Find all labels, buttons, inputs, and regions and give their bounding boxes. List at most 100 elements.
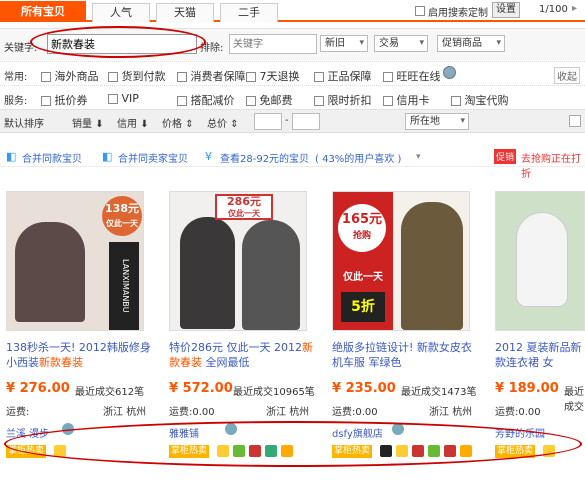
loc-city: 杭州 bbox=[289, 407, 310, 418]
service-opt-label: 免邮费 bbox=[259, 94, 293, 107]
product-image[interactable] bbox=[495, 191, 585, 331]
common-opt-7day[interactable]: 7天退换 bbox=[246, 68, 300, 84]
title-text: 特价286元 仅此一天 2012 bbox=[169, 341, 302, 354]
product-price: ¥ 572.00 bbox=[169, 381, 233, 396]
grid-view-icon[interactable] bbox=[569, 115, 581, 127]
sticker-sub: 仅此一天 bbox=[228, 209, 260, 218]
sticker-sub: 抢购 bbox=[352, 231, 371, 241]
service-opt-coupon[interactable]: 抵价券 bbox=[41, 92, 88, 108]
price-value: 572.00 bbox=[182, 381, 233, 396]
page-indicator: 1/100 bbox=[539, 4, 568, 15]
service-opt-proxy[interactable]: 淘宝代购 bbox=[451, 92, 509, 108]
product-image[interactable]: 286元 仅此一天 bbox=[169, 191, 307, 331]
service-opt-label: VIP bbox=[121, 92, 139, 105]
location: 浙江 杭州 bbox=[266, 403, 309, 418]
price-max-input[interactable] bbox=[292, 113, 320, 130]
model-figure bbox=[242, 220, 300, 330]
service-opt-label: 抵价券 bbox=[54, 94, 88, 107]
sort-label: 总价 bbox=[207, 119, 227, 130]
wangwang-icon bbox=[443, 66, 456, 79]
loc-province: 浙江 bbox=[429, 407, 449, 418]
product-image[interactable]: 165元 抢购 仅此一天 5折 bbox=[332, 191, 470, 331]
annotation-ellipse-shops bbox=[4, 421, 582, 467]
promo-link[interactable]: 去抢购正在打折 bbox=[521, 150, 585, 180]
next-page-icon[interactable]: ▸ bbox=[572, 3, 577, 14]
product-image[interactable]: 138元 仅此一天 LANXIMANBU bbox=[6, 191, 144, 331]
service-opt-label: 信用卡 bbox=[396, 94, 430, 107]
merge-same-shop-link[interactable]: 合并同卖家宝贝 bbox=[118, 150, 188, 165]
product-price: ¥ 276.00 bbox=[6, 381, 70, 396]
product-title[interactable]: 特价286元 仅此一天 2012新款春装 全网最低 bbox=[169, 340, 315, 370]
price-value: 189.00 bbox=[508, 381, 559, 396]
loc-province: 浙江 bbox=[103, 407, 123, 418]
sort-price[interactable]: 价格 ⇕ bbox=[162, 115, 194, 130]
sort-toggle-icon: ⇕ bbox=[230, 119, 239, 130]
sort-label: 销量 bbox=[72, 119, 92, 130]
settings-button[interactable]: 设置 bbox=[492, 2, 520, 18]
sort-credit[interactable]: 信用 ⬇ bbox=[117, 115, 149, 130]
common-opt-label: 旺旺在线 bbox=[396, 70, 441, 83]
service-opt-flash[interactable]: 限时折扣 bbox=[314, 92, 372, 108]
common-opt-online[interactable]: 旺旺在线 bbox=[383, 68, 441, 84]
price-view-link[interactable]: 查看28-92元的宝贝 bbox=[220, 150, 309, 165]
service-filter-row: 服务: 抵价券 VIP 搭配减价 免邮费 限时折扣 信用卡 淘宝代购 bbox=[0, 85, 585, 109]
common-opt-overseas[interactable]: 海外商品 bbox=[41, 68, 99, 84]
arrow-down-icon: ⬇ bbox=[140, 119, 149, 130]
freight: 运费:0.00 bbox=[332, 403, 378, 418]
location-select[interactable]: 所在地 bbox=[405, 113, 469, 130]
chevron-down-icon[interactable]: ▾ bbox=[416, 152, 421, 162]
promo-select[interactable]: 促销商品 bbox=[437, 35, 505, 52]
location: 浙江 杭州 bbox=[103, 403, 146, 418]
product-title[interactable]: 138秒杀一天! 2012韩版修身小西装新款春装 bbox=[6, 340, 152, 370]
sort-label: 价格 bbox=[162, 119, 182, 130]
condition-select[interactable]: 新旧 bbox=[320, 35, 368, 52]
freight-value: 0.00 bbox=[192, 407, 215, 418]
common-opt-label: 7天退换 bbox=[259, 70, 300, 83]
price-range-sep: - bbox=[285, 115, 289, 126]
title-highlight: 新款春装 bbox=[39, 356, 83, 369]
freight-label: 运费: bbox=[169, 407, 193, 418]
price-view-percent: ( 43%的用户喜欢 ) bbox=[315, 154, 402, 165]
search-setting-checkbox[interactable] bbox=[415, 4, 425, 17]
tab-all-items[interactable]: 所有宝贝 bbox=[0, 1, 86, 22]
merge-icon: ◧ bbox=[6, 150, 17, 163]
sticker-sub: 仅此一天 bbox=[106, 219, 138, 228]
common-opt-cod[interactable]: 货到付款 bbox=[108, 68, 166, 84]
price-sticker: 138元 仅此一天 bbox=[102, 196, 142, 236]
freight: 运费:0.00 bbox=[169, 403, 215, 418]
product-title[interactable]: 绝版多拉链设计! 新款女皮衣机车服 军绿色 bbox=[332, 340, 478, 370]
sort-total[interactable]: 总价 ⇕ bbox=[207, 115, 239, 130]
sort-default[interactable]: 默认排序 bbox=[4, 115, 44, 130]
loc-city: 杭州 bbox=[126, 407, 147, 418]
collapse-button[interactable]: 收起 bbox=[554, 67, 580, 84]
recent-sales: 最近成交1473笔 bbox=[401, 387, 477, 398]
sort-sales[interactable]: 销量 ⬇ bbox=[72, 115, 104, 130]
service-opt-bundle[interactable]: 搭配减价 bbox=[177, 92, 235, 108]
price-value: 235.00 bbox=[345, 381, 396, 396]
service-label: 服务: bbox=[4, 96, 28, 107]
service-opt-free-ship[interactable]: 免邮费 bbox=[246, 92, 293, 108]
price-min-input[interactable] bbox=[254, 113, 282, 130]
price-sticker: 286元 仅此一天 bbox=[215, 194, 273, 220]
sticker-text: 286元 bbox=[227, 195, 261, 208]
tab-secondhand[interactable]: 二手 bbox=[220, 3, 278, 22]
product-title[interactable]: 2012 夏装新品新款连衣裙 女 bbox=[495, 340, 585, 370]
tab-tmall[interactable]: 天猫 bbox=[156, 3, 214, 22]
loc-province: 浙江 bbox=[266, 407, 286, 418]
merge-icon: ◧ bbox=[102, 150, 113, 163]
common-opt-label: 正品保障 bbox=[327, 70, 372, 83]
location: 浙江 杭州 bbox=[429, 403, 472, 418]
tab-popular[interactable]: 人气 bbox=[92, 3, 150, 22]
freight-label: 运费: bbox=[332, 407, 356, 418]
recent-sales: 最近成交 bbox=[564, 387, 584, 413]
price-icon: ¥ bbox=[205, 150, 212, 163]
merge-same-item-link[interactable]: 合并同款宝贝 bbox=[22, 150, 82, 165]
sort-bar: 默认排序 销量 ⬇ 信用 ⬇ 价格 ⇕ 总价 ⇕ - 所在地 bbox=[0, 109, 585, 133]
exclude-input[interactable] bbox=[229, 34, 317, 54]
common-opt-genuine[interactable]: 正品保障 bbox=[314, 68, 372, 84]
common-opt-protection[interactable]: 消费者保障 bbox=[177, 68, 246, 84]
service-opt-vip[interactable]: VIP bbox=[108, 92, 139, 105]
service-opt-credit[interactable]: 信用卡 bbox=[383, 92, 430, 108]
recent-sales: 最近成交10965笔 bbox=[233, 387, 315, 398]
trade-select[interactable]: 交易 bbox=[374, 35, 428, 52]
